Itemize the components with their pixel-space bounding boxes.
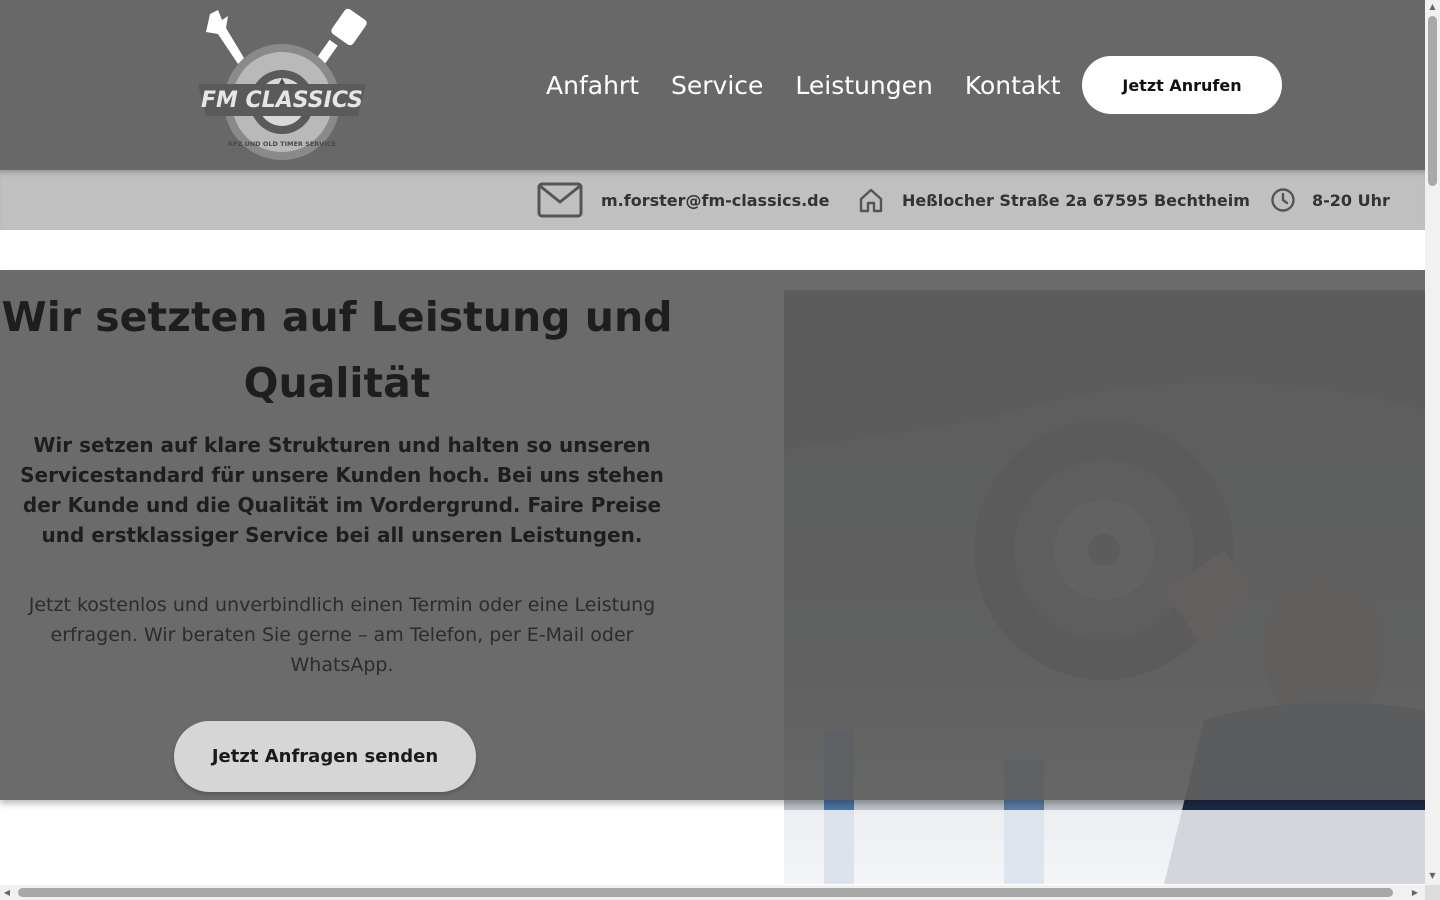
nav-item-anfahrt[interactable]: Anfahrt	[530, 71, 655, 100]
logo[interactable]: FM CLASSICS KFZ UND OLD TIMER SERVICE	[196, 6, 372, 164]
clock-icon	[1270, 187, 1296, 213]
nav-item-kontakt[interactable]: Kontakt	[949, 71, 1077, 100]
email-info[interactable]: m.forster@fm-classics.de	[537, 170, 829, 230]
site-header: FM CLASSICS KFZ UND OLD TIMER SERVICE An…	[0, 0, 1425, 170]
vertical-scrollbar[interactable]: ▲ ▼	[1425, 0, 1440, 885]
scroll-up-arrow-icon[interactable]: ▲	[1428, 2, 1437, 12]
scroll-left-arrow-icon[interactable]: ◀	[2, 887, 12, 898]
mail-icon	[537, 182, 583, 218]
call-now-button[interactable]: Jetzt Anrufen	[1082, 56, 1282, 114]
hours-text: 8-20 Uhr	[1312, 190, 1390, 210]
logo-text: FM CLASSICS	[201, 88, 363, 113]
horizontal-scroll-thumb[interactable]	[18, 888, 1393, 897]
hero-sub-text: Jetzt kostenlos und unverbindlich einen …	[28, 594, 656, 676]
home-icon	[858, 187, 884, 213]
hero-title-line-2: Qualität	[243, 359, 431, 407]
wrench-icon	[206, 10, 244, 64]
address-text: Heßlocher Straße 2a 67595 Bechtheim	[902, 190, 1250, 210]
scroll-right-arrow-icon[interactable]: ▶	[1410, 887, 1420, 898]
address-info: Heßlocher Straße 2a 67595 Bechtheim	[858, 170, 1250, 230]
main-nav: Anfahrt Service Leistungen Kontakt	[530, 56, 1077, 114]
scroll-down-arrow-icon[interactable]: ▼	[1428, 871, 1437, 881]
send-request-button[interactable]: Jetzt Anfragen senden	[174, 721, 476, 792]
horizontal-scrollbar[interactable]: ◀ ▶	[0, 885, 1425, 900]
nav-item-service[interactable]: Service	[655, 71, 779, 100]
contact-info-bar: m.forster@fm-classics.de Heßlocher Straß…	[0, 170, 1425, 230]
vertical-scroll-thumb[interactable]	[1428, 16, 1437, 186]
scrollbar-corner	[1425, 885, 1440, 900]
nav-item-leistungen[interactable]: Leistungen	[779, 71, 948, 100]
hero-lead-text: Wir setzen auf klare Strukturen und halt…	[20, 433, 664, 547]
logo-subtext: KFZ UND OLD TIMER SERVICE	[228, 140, 336, 148]
logo-graphic: FM CLASSICS KFZ UND OLD TIMER SERVICE	[198, 8, 367, 160]
hero-title-line-1: Wir setzten auf Leistung und	[1, 293, 673, 341]
email-text[interactable]: m.forster@fm-classics.de	[601, 191, 829, 210]
hours-info: 8-20 Uhr	[1270, 170, 1390, 230]
hero-title: Wir setzten auf Leistung und Qualität	[0, 284, 674, 416]
